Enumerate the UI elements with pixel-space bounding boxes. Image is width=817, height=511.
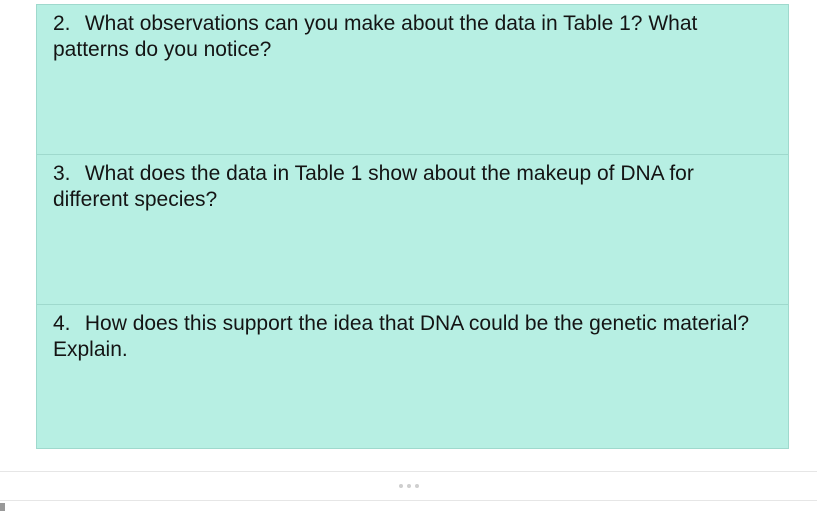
ellipsis-icon[interactable] (399, 484, 419, 488)
edge-marker (0, 503, 5, 511)
question-text: What does the data in Table 1 show about… (53, 162, 694, 211)
question-text: How does this support the idea that DNA … (53, 312, 749, 361)
question-block: 3. What does the data in Table 1 show ab… (36, 154, 789, 304)
question-number: 3. (53, 161, 79, 187)
question-block: 2. What observations can you make about … (36, 4, 789, 154)
question-text: What observations can you make about the… (53, 12, 697, 61)
footer-bar (0, 471, 817, 501)
worksheet-content: 2. What observations can you make about … (0, 0, 817, 449)
question-number: 2. (53, 11, 79, 37)
question-number: 4. (53, 311, 79, 337)
question-block: 4. How does this support the idea that D… (36, 304, 789, 449)
